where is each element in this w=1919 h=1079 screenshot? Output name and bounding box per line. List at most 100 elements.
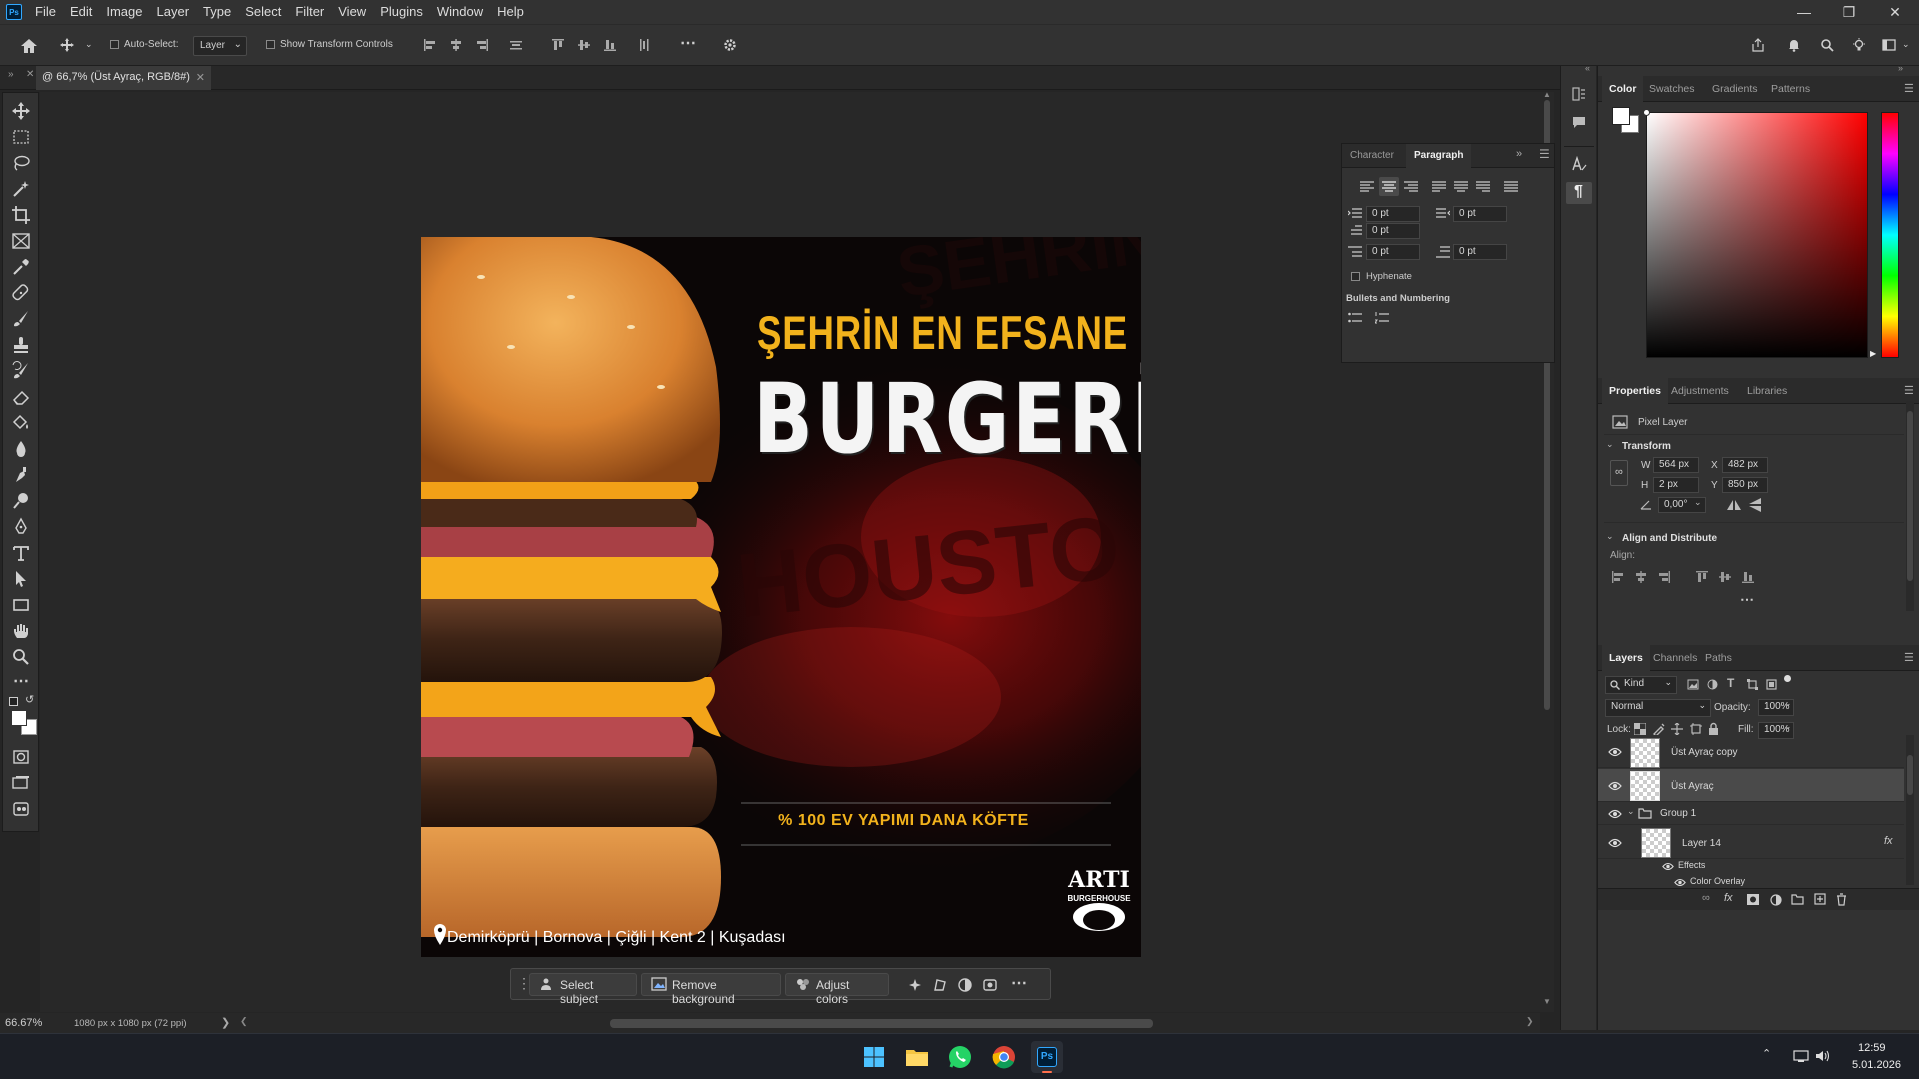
filter-pixel-icon[interactable] — [1687, 679, 1699, 690]
pen-tool-icon[interactable] — [11, 517, 31, 537]
move-tool-icon[interactable] — [60, 38, 74, 52]
frame-tool-icon[interactable] — [11, 231, 31, 251]
distribute-horizontal-icon[interactable] — [637, 38, 651, 52]
align-center-icon[interactable] — [1382, 181, 1396, 193]
screen-mode-icon[interactable] — [11, 773, 31, 793]
align-vertical-centers-icon[interactable] — [577, 38, 591, 52]
justify-last-center-icon[interactable] — [1454, 181, 1468, 193]
menu-type[interactable]: Type — [196, 0, 238, 24]
layer-effects-icon[interactable]: fx — [1884, 835, 1893, 847]
filter-shape-icon[interactable] — [1747, 679, 1758, 690]
align-top-edges-icon[interactable] — [551, 38, 565, 52]
layers-scrollbar[interactable] — [1906, 735, 1914, 885]
space-after-field[interactable]: 0 pt — [1453, 244, 1507, 260]
minimize-button[interactable]: — — [1781, 0, 1827, 24]
hue-slider-handle-icon[interactable]: ▶ — [1870, 349, 1876, 358]
collapse-panel-icon[interactable]: » — [1516, 148, 1522, 160]
panel-menu-icon[interactable]: ☰ — [1904, 384, 1914, 397]
quick-mask-icon[interactable] — [11, 747, 31, 767]
dodge-tool-icon[interactable] — [11, 491, 31, 511]
adjust-colors-button[interactable]: Adjust colors — [785, 973, 889, 1006]
lock-position-icon[interactable] — [1671, 723, 1683, 735]
chevron-down-icon[interactable]: ⌄ — [85, 39, 93, 50]
file-explorer-icon[interactable] — [901, 1041, 933, 1073]
swap-colors-icon[interactable]: ↺ — [25, 693, 34, 706]
effects-label[interactable]: Effects — [1678, 860, 1705, 870]
chevron-down-icon[interactable]: ⌄ — [1784, 698, 1792, 709]
select-subject-button[interactable]: Select subject — [529, 973, 637, 1006]
smudge-tool-icon[interactable] — [11, 465, 31, 485]
tab-swatches[interactable]: Swatches — [1642, 76, 1702, 102]
filter-toggle-icon[interactable] — [1784, 675, 1791, 682]
blur-tool-icon[interactable] — [11, 439, 31, 459]
indent-left-field[interactable]: 0 pt — [1366, 206, 1420, 222]
chevron-down-icon[interactable]: ⌄ — [1627, 806, 1635, 817]
align-horizontal-centers-icon[interactable] — [1635, 571, 1647, 583]
auto-select-checkbox[interactable] — [110, 40, 119, 49]
bullet-list-icon[interactable] — [1348, 312, 1362, 324]
panel-menu-icon[interactable]: ☰ — [1904, 651, 1914, 664]
auto-select-target-dropdown[interactable]: Layer ⌄ — [193, 36, 247, 56]
scroll-left-icon[interactable]: ❮ — [240, 1016, 248, 1027]
share-icon[interactable] — [1751, 38, 1765, 52]
layer-name[interactable]: Layer 14 — [1682, 838, 1721, 849]
home-icon[interactable] — [20, 38, 38, 54]
discover-lightbulb-icon[interactable] — [1852, 38, 1866, 52]
layer-name[interactable]: Üst Ayraç copy — [1671, 747, 1738, 758]
tab-properties[interactable]: Properties — [1602, 378, 1668, 404]
hand-tool-icon[interactable] — [11, 621, 31, 641]
blend-mode-dropdown[interactable]: Normal ⌄ — [1605, 699, 1711, 717]
align-bottom-edges-icon[interactable] — [603, 38, 617, 52]
collapse-dock-icon[interactable]: « — [1585, 63, 1590, 73]
restore-button[interactable]: ❐ — [1826, 0, 1872, 24]
document-tab[interactable]: @ 66,7% (Üst Ayraç, RGB/8#) ✕ — [36, 66, 211, 90]
healing-brush-tool-icon[interactable] — [11, 283, 31, 303]
windows-start-icon[interactable] — [858, 1041, 890, 1073]
tab-character[interactable]: Character — [1342, 144, 1402, 168]
add-style-icon[interactable]: fx — [1724, 892, 1733, 904]
mask-options-icon[interactable] — [982, 977, 998, 993]
layer-filter-dropdown[interactable]: Kind ⌄ — [1605, 676, 1677, 694]
link-layers-icon[interactable]: ∞ — [1702, 892, 1710, 904]
color-overlay-label[interactable]: Color Overlay — [1690, 876, 1745, 886]
distribute-vertical-icon[interactable] — [509, 38, 523, 52]
properties-scroll-thumb[interactable] — [1907, 411, 1913, 581]
menu-help[interactable]: Help — [490, 0, 531, 24]
filter-adjustment-icon[interactable] — [1707, 679, 1718, 690]
width-field[interactable]: 564 px — [1653, 457, 1699, 473]
close-icon[interactable]: ✕ — [26, 69, 34, 80]
menu-file[interactable]: File — [28, 0, 63, 24]
network-icon[interactable] — [1793, 1049, 1809, 1063]
more-options-icon[interactable]: ⋯ — [1011, 973, 1027, 993]
menu-select[interactable]: Select — [238, 0, 288, 24]
clone-stamp-tool-icon[interactable] — [11, 335, 31, 355]
layer-group-row[interactable]: ⌄ Group 1 — [1598, 803, 1904, 825]
paragraph-panel-icon[interactable]: ¶ — [1574, 183, 1583, 201]
chevron-down-icon[interactable]: ⌄ — [1606, 531, 1614, 542]
tab-gradients[interactable]: Gradients — [1705, 76, 1765, 102]
menu-filter[interactable]: Filter — [288, 0, 331, 24]
edit-toolbar-icon[interactable] — [11, 799, 31, 819]
filter-type-icon[interactable]: T — [1727, 676, 1734, 690]
tab-adjustments[interactable]: Adjustments — [1664, 378, 1736, 404]
tab-paths[interactable]: Paths — [1698, 645, 1739, 671]
magic-wand-tool-icon[interactable] — [11, 179, 31, 199]
generative-fill-icon[interactable] — [907, 977, 923, 993]
new-group-icon[interactable] — [1791, 894, 1804, 905]
zoom-tool-icon[interactable] — [11, 647, 31, 667]
flip-vertical-icon[interactable] — [1748, 497, 1762, 513]
menu-layer[interactable]: Layer — [150, 0, 197, 24]
align-bottom-edges-icon[interactable] — [1742, 571, 1754, 583]
menu-image[interactable]: Image — [99, 0, 149, 24]
crop-tool-icon[interactable] — [11, 205, 31, 225]
align-right-icon[interactable] — [1404, 181, 1418, 193]
layer-row[interactable]: Layer 14 fx — [1598, 826, 1904, 859]
visibility-eye-icon[interactable] — [1608, 838, 1622, 848]
indent-first-line-field[interactable]: 0 pt — [1366, 223, 1420, 239]
show-hidden-icons-icon[interactable]: ⌃ — [1762, 1047, 1771, 1060]
collapse-dock-icon[interactable]: » — [1898, 63, 1903, 73]
whatsapp-icon[interactable] — [944, 1041, 976, 1073]
new-layer-icon[interactable] — [1814, 893, 1826, 905]
indent-right-field[interactable]: 0 pt — [1453, 206, 1507, 222]
type-tool-icon[interactable] — [11, 543, 31, 563]
